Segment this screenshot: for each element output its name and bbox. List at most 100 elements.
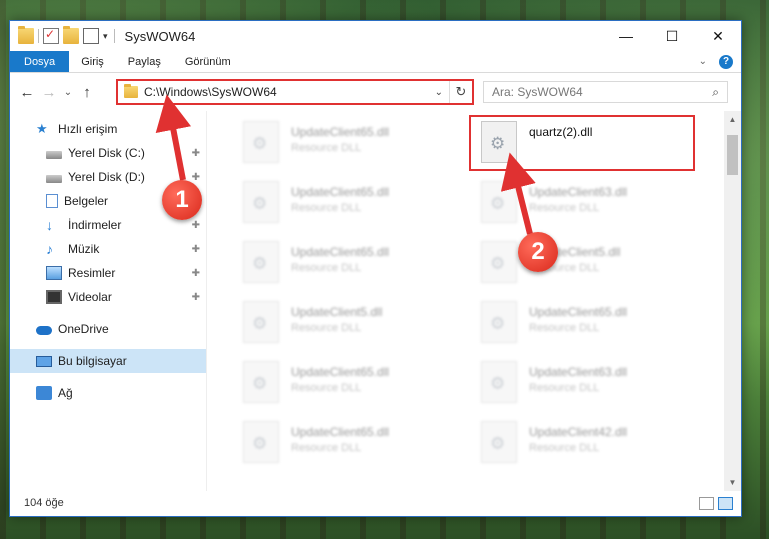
- customize-toolbar-dropdown-icon[interactable]: ▾: [103, 31, 108, 42]
- computer-icon: [36, 355, 52, 367]
- maximize-button[interactable]: ☐: [649, 21, 695, 51]
- file-list: UpdateClient65.dllResource DLL quartz(2)…: [207, 111, 725, 491]
- onedrive-icon: [36, 326, 52, 335]
- file-type: Resource DLL: [291, 322, 362, 334]
- file-type: Resource DLL: [291, 262, 362, 274]
- dll-file-icon: [243, 121, 279, 163]
- help-icon[interactable]: ?: [719, 54, 733, 69]
- file-item[interactable]: UpdateClient65.dll Resource DLL: [231, 175, 459, 227]
- toolbar-divider: [38, 29, 39, 43]
- refresh-icon[interactable]: ↻: [450, 84, 472, 100]
- item-count: 104 öğe: [24, 497, 64, 509]
- file-item[interactable]: UpdateClient65.dll Resource DLL: [231, 235, 459, 287]
- sidebar-item-label: OneDrive: [58, 322, 109, 336]
- dll-file-icon: [481, 241, 517, 283]
- disk-icon: [46, 151, 62, 159]
- downloads-icon: ↓: [46, 217, 53, 233]
- sidebar-item-pictures[interactable]: Resimler ✚: [10, 261, 206, 285]
- minimize-button[interactable]: —: [603, 21, 649, 51]
- pin-icon[interactable]: ✚: [192, 292, 200, 303]
- folder-icon[interactable]: [18, 26, 34, 44]
- file-item[interactable]: UpdateClient65.dll Resource DLL: [231, 415, 459, 467]
- videos-icon: [46, 290, 62, 304]
- sidebar-item-label: İndirmeler: [68, 218, 122, 232]
- up-arrow-icon[interactable]: ↑: [76, 84, 98, 101]
- search-input[interactable]: Ara: SysWOW64 ⌕: [483, 81, 728, 103]
- search-placeholder: Ara: SysWOW64: [492, 85, 583, 99]
- vertical-scrollbar[interactable]: ▲ ▼: [724, 111, 741, 491]
- navigation-pane: ★ Hızlı erişim Yerel Disk (C:) ✚ Yerel D…: [10, 111, 206, 491]
- file-item[interactable]: UpdateClient5.dllResource DLL: [469, 235, 697, 287]
- scrollbar-thumb[interactable]: [727, 135, 738, 175]
- pin-icon[interactable]: ✚: [192, 172, 200, 183]
- file-item[interactable]: UpdateClient65.dll Resource DLL: [231, 115, 459, 167]
- window-controls: — ☐ ✕: [603, 21, 741, 51]
- file-type: Resource DLL: [291, 142, 362, 154]
- address-dropdown-icon[interactable]: ⌄: [429, 81, 450, 103]
- new-folder-icon[interactable]: [63, 26, 79, 44]
- recent-locations-chevron-icon[interactable]: ⌄: [60, 87, 76, 98]
- search-icon[interactable]: ⌕: [712, 85, 719, 100]
- sidebar-item-quick-access[interactable]: ★ Hızlı erişim: [10, 117, 206, 141]
- network-icon: [36, 386, 52, 400]
- sidebar-item-videos[interactable]: Videolar ✚: [10, 285, 206, 309]
- properties-check-icon[interactable]: [43, 27, 59, 44]
- sidebar-item-onedrive[interactable]: OneDrive: [10, 317, 206, 341]
- file-item[interactable]: UpdateClient42.dll Resource DLL: [469, 415, 697, 467]
- address-path[interactable]: C:\Windows\SysWOW64: [144, 85, 277, 99]
- file-type: Resource DLL: [529, 442, 600, 454]
- pin-icon[interactable]: ✚: [192, 148, 200, 159]
- tab-share[interactable]: Paylaş: [116, 51, 173, 72]
- back-arrow-icon[interactable]: ←: [16, 84, 38, 101]
- sidebar-item-label: Belgeler: [64, 194, 109, 208]
- ribbon-tabs: Dosya Giriş Paylaş Görünüm ⌄ ?: [10, 51, 741, 73]
- sidebar-item-music[interactable]: ♪ Müzik ✚: [10, 237, 206, 261]
- scroll-down-arrow-icon[interactable]: ▼: [724, 474, 741, 491]
- sidebar-item-label: Müzik: [68, 242, 100, 256]
- file-item[interactable]: UpdateClient65.dll Resource DLL: [469, 295, 697, 347]
- title-bar: ▾ SysWOW64 — ☐ ✕: [10, 21, 741, 51]
- sidebar-item-local-disk-c[interactable]: Yerel Disk (C:) ✚: [10, 141, 206, 165]
- file-name: UpdateClient65.dll: [291, 425, 390, 439]
- file-name: UpdateClient65.dll: [291, 245, 390, 259]
- address-row: ← → ⌄ ↑ C:\Windows\SysWOW64 ⌄ ↻ Ara: Sys…: [10, 73, 741, 111]
- file-name: UpdateClient42.dll: [529, 425, 628, 439]
- scroll-up-arrow-icon[interactable]: ▲: [724, 111, 741, 128]
- title-divider: [113, 29, 115, 43]
- dll-file-icon: [481, 421, 517, 463]
- pin-icon[interactable]: ✚: [192, 268, 200, 279]
- file-type: Resource DLL: [529, 202, 600, 214]
- disk-icon: [46, 175, 62, 183]
- dll-file-icon: [481, 301, 517, 343]
- tiles-view-icon[interactable]: [718, 496, 733, 510]
- music-icon: ♪: [46, 241, 53, 257]
- tab-file[interactable]: Dosya: [10, 51, 70, 72]
- status-bar: 104 öğe: [10, 490, 741, 516]
- annotation-marker-1: 1: [162, 180, 202, 220]
- tab-view[interactable]: Görünüm: [173, 51, 243, 72]
- file-item[interactable]: UpdateClient5.dllResource DLL: [231, 295, 459, 347]
- file-name: UpdateClient65.dll: [291, 365, 390, 379]
- documents-icon: [46, 194, 58, 208]
- tab-home[interactable]: Giriş: [69, 51, 116, 72]
- file-item[interactable]: UpdateClient63.dll Resource DLL: [469, 175, 697, 227]
- pin-icon[interactable]: ✚: [192, 244, 200, 255]
- sidebar-item-label: Videolar: [68, 290, 112, 304]
- star-icon: ★: [36, 121, 48, 136]
- forward-arrow-icon[interactable]: →: [38, 84, 60, 101]
- sidebar-item-label: Ağ: [58, 386, 73, 400]
- properties-icon[interactable]: [83, 28, 99, 44]
- window-title: SysWOW64: [124, 28, 196, 44]
- details-view-icon[interactable]: [699, 496, 714, 510]
- close-button[interactable]: ✕: [695, 21, 741, 51]
- sidebar-item-label: Yerel Disk (D:): [68, 170, 145, 184]
- pin-icon[interactable]: ✚: [192, 220, 200, 231]
- address-bar[interactable]: C:\Windows\SysWOW64 ⌄ ↻: [116, 79, 474, 105]
- file-item[interactable]: UpdateClient63.dll Resource DLL: [469, 355, 697, 407]
- expand-ribbon-chevron-icon[interactable]: ⌄: [699, 56, 707, 67]
- dll-file-icon: [243, 301, 279, 343]
- sidebar-item-this-pc[interactable]: Bu bilgisayar: [10, 349, 206, 373]
- sidebar-item-network[interactable]: Ağ: [10, 381, 206, 405]
- file-item[interactable]: UpdateClient65.dll Resource DLL: [231, 355, 459, 407]
- file-name: UpdateClient63.dll: [529, 365, 628, 379]
